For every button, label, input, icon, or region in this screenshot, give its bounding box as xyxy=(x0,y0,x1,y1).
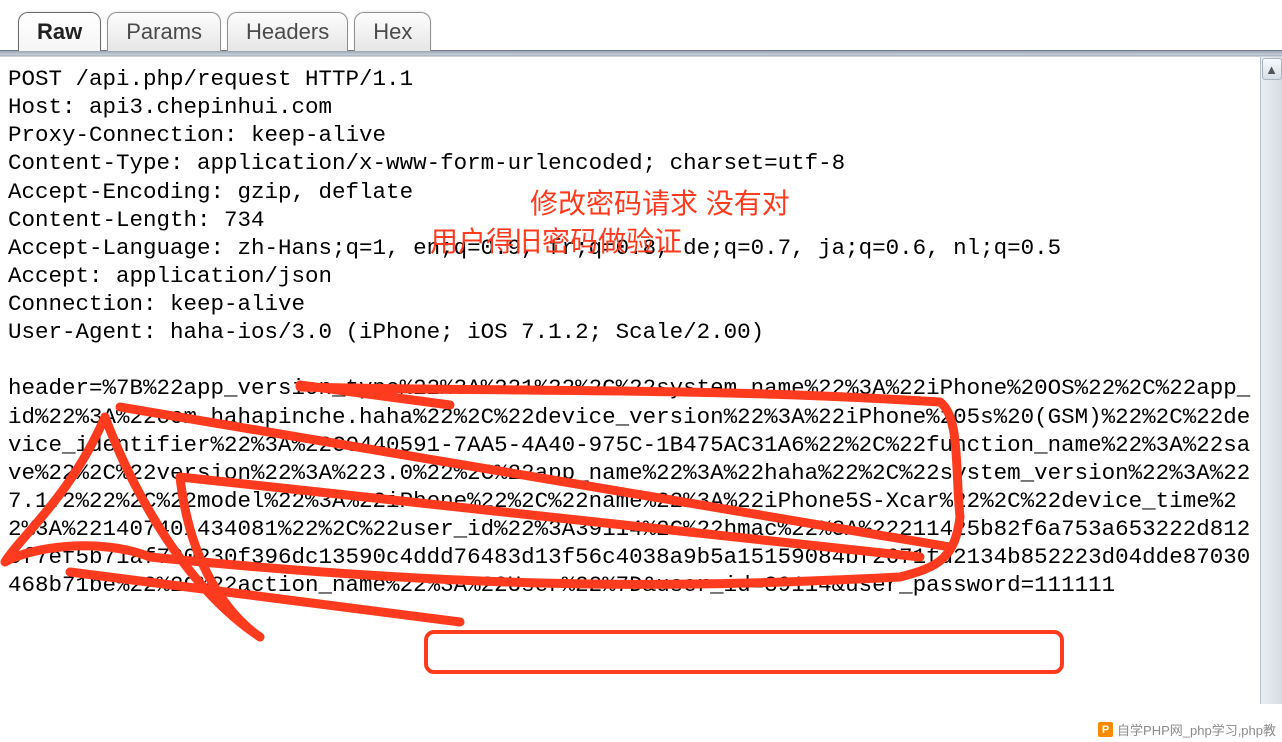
footer-logo-icon: P xyxy=(1098,722,1113,737)
header-connection: Connection: keep-alive xyxy=(8,291,305,317)
header-proxy-connection: Proxy-Connection: keep-alive xyxy=(8,122,386,148)
footer-text: 自学PHP网_php学习,php教 xyxy=(1117,720,1276,739)
content-area: POST /api.php/request HTTP/1.1 Host: api… xyxy=(0,56,1282,704)
header-user-agent: User-Agent: haha-ios/3.0 (iPhone; iOS 7.… xyxy=(8,319,764,345)
request-body: header=%7B%22app_version_type%22%3A%221%… xyxy=(8,375,1250,598)
watermark-footer: P 自学PHP网_php学习,php教 xyxy=(1098,720,1276,739)
tab-hex[interactable]: Hex xyxy=(354,12,431,51)
header-content-length: Content-Length: 734 xyxy=(8,207,265,233)
scroll-up-button[interactable]: ▲ xyxy=(1262,58,1282,80)
request-line: POST /api.php/request HTTP/1.1 xyxy=(8,66,413,92)
tab-params[interactable]: Params xyxy=(107,12,221,51)
tab-raw[interactable]: Raw xyxy=(18,12,101,51)
header-accept-encoding: Accept-Encoding: gzip, deflate xyxy=(8,179,413,205)
header-accept: Accept: application/json xyxy=(8,263,332,289)
header-accept-language: Accept-Language: zh-Hans;q=1, en;q=0.9, … xyxy=(8,235,1061,261)
vertical-scrollbar[interactable]: ▲ xyxy=(1260,57,1282,704)
tab-bar: Raw Params Headers Hex xyxy=(0,0,1282,50)
header-content-type: Content-Type: application/x-www-form-url… xyxy=(8,150,845,176)
tab-headers[interactable]: Headers xyxy=(227,12,348,51)
raw-request-text[interactable]: POST /api.php/request HTTP/1.1 Host: api… xyxy=(0,57,1260,704)
scroll-track[interactable] xyxy=(1261,81,1282,704)
header-host: Host: api3.chepinhui.com xyxy=(8,94,332,120)
